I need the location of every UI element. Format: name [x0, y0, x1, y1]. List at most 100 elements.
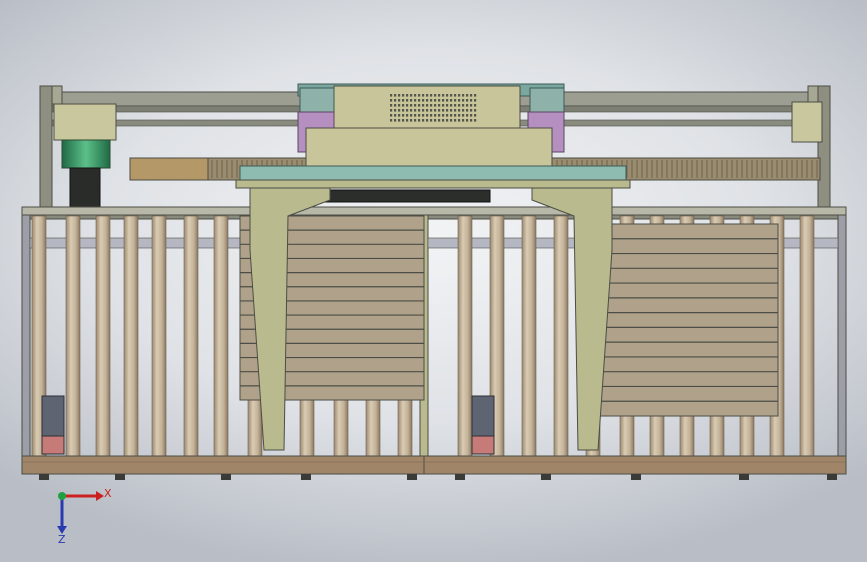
vent-slot	[438, 94, 441, 97]
left-drive-motor	[53, 103, 117, 213]
vent-slot	[406, 109, 409, 112]
vent-slot	[422, 104, 425, 107]
z-axis-label: Z	[58, 533, 66, 546]
vent-slot	[458, 94, 461, 97]
vent-slot	[454, 119, 457, 122]
vent-slot	[422, 114, 425, 117]
lift-motor-left	[41, 395, 65, 455]
vent-slot	[410, 94, 413, 97]
vent-slot	[466, 104, 469, 107]
roller	[553, 215, 569, 457]
vent-slot	[430, 114, 433, 117]
roller	[457, 215, 473, 457]
vent-slot	[442, 119, 445, 122]
vent-slot	[426, 109, 429, 112]
vent-slot	[418, 119, 421, 122]
vent-slot	[438, 114, 441, 117]
vent-slot	[410, 119, 413, 122]
vent-slot	[450, 114, 453, 117]
roller	[95, 215, 111, 457]
vent-slot	[390, 109, 393, 112]
vent-slot	[442, 104, 445, 107]
vent-slot	[390, 94, 393, 97]
vent-slot	[466, 94, 469, 97]
vent-slot	[446, 114, 449, 117]
x-axis-label: X	[104, 487, 112, 500]
vent-slot	[470, 104, 473, 107]
vent-slot	[406, 99, 409, 102]
vent-slot	[394, 114, 397, 117]
vent-slot	[466, 114, 469, 117]
vent-slot	[442, 94, 445, 97]
vent-slot	[402, 114, 405, 117]
vent-slot	[398, 99, 401, 102]
vent-slot	[430, 104, 433, 107]
vent-slot	[402, 109, 405, 112]
vent-slot	[422, 99, 425, 102]
vent-slot	[474, 99, 477, 102]
vent-slot	[462, 119, 465, 122]
vent-slot	[450, 109, 453, 112]
vent-slot	[462, 99, 465, 102]
vent-slot	[390, 119, 393, 122]
foot	[739, 474, 749, 480]
vent-slot	[418, 104, 421, 107]
vent-slot	[474, 104, 477, 107]
vent-slot	[394, 109, 397, 112]
vent-slot	[402, 99, 405, 102]
vent-slot	[410, 99, 413, 102]
vent-slot	[462, 109, 465, 112]
vent-slot	[438, 104, 441, 107]
vent-slot	[398, 119, 401, 122]
vent-slot	[438, 109, 441, 112]
vent-slot	[430, 94, 433, 97]
roller	[151, 215, 167, 457]
vent-slot	[470, 99, 473, 102]
roller	[65, 215, 81, 457]
vent-slot	[418, 99, 421, 102]
vent-slot	[402, 119, 405, 122]
cad-viewport[interactable]: X Z	[0, 0, 867, 562]
vent-slot	[442, 109, 445, 112]
vent-slot	[398, 104, 401, 107]
vent-slot	[474, 109, 477, 112]
vent-slot	[470, 109, 473, 112]
vent-slot	[470, 119, 473, 122]
vent-slot	[446, 119, 449, 122]
vent-slot	[434, 114, 437, 117]
machine-drawing[interactable]: X Z	[0, 0, 867, 562]
vent-slot	[430, 119, 433, 122]
vent-slot	[462, 94, 465, 97]
vent-slot	[450, 94, 453, 97]
vent-slot	[394, 119, 397, 122]
vent-slot	[414, 109, 417, 112]
vent-slot	[426, 114, 429, 117]
vent-slot	[426, 99, 429, 102]
vent-slot	[438, 99, 441, 102]
vent-slot	[442, 114, 445, 117]
vent-slot	[394, 99, 397, 102]
vent-slot	[454, 94, 457, 97]
vent-slot	[458, 114, 461, 117]
vent-slot	[398, 114, 401, 117]
gantry-leg-right	[531, 187, 613, 451]
vent-slot	[406, 94, 409, 97]
vent-slot	[414, 104, 417, 107]
x-axis-arrowhead	[96, 491, 104, 501]
vent-slot	[470, 114, 473, 117]
vent-slot	[402, 94, 405, 97]
vent-slot	[446, 99, 449, 102]
roller	[521, 215, 537, 457]
roller	[123, 215, 139, 457]
foot	[455, 474, 465, 480]
vent-slot	[458, 109, 461, 112]
vent-slot	[450, 119, 453, 122]
vent-slot	[394, 94, 397, 97]
leveling-feet	[39, 474, 837, 480]
vent-slot	[422, 94, 425, 97]
vent-slot	[426, 94, 429, 97]
vent-slot	[458, 104, 461, 107]
vent-slot	[418, 94, 421, 97]
y-axis-origin	[58, 492, 66, 500]
vent-slot	[414, 119, 417, 122]
